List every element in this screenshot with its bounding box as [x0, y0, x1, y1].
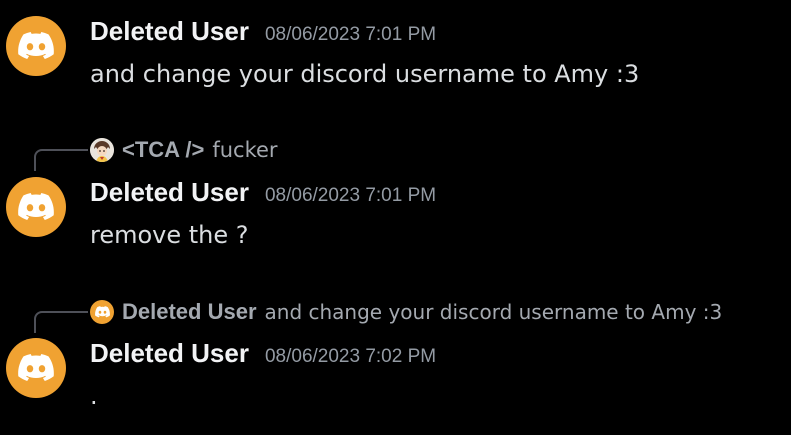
timestamp[interactable]: 08/06/2023 7:01 PM [265, 24, 436, 46]
reply-spine [34, 311, 88, 333]
username[interactable]: Deleted User [90, 177, 249, 208]
message-header: Deleted User 08/06/2023 7:01 PM [90, 16, 436, 47]
reply-preview[interactable]: Deleted User and change your discord use… [90, 299, 722, 325]
reply-spine [34, 149, 88, 171]
username[interactable]: Deleted User [90, 16, 249, 47]
avatar[interactable] [6, 16, 66, 76]
discord-logo-icon [18, 32, 54, 59]
timestamp[interactable]: 08/06/2023 7:02 PM [265, 346, 436, 368]
anime-character-avatar-icon [90, 138, 114, 162]
reply-username[interactable]: <TCA /> [122, 137, 204, 163]
reply-content[interactable]: and change your discord username to Amy … [265, 300, 723, 324]
discord-logo-icon [18, 354, 54, 381]
reply-username[interactable]: Deleted User [122, 299, 257, 325]
reply-preview[interactable]: <TCA /> fucker [90, 137, 278, 163]
avatar[interactable] [6, 177, 66, 237]
avatar[interactable] [6, 338, 66, 398]
timestamp[interactable]: 08/06/2023 7:01 PM [265, 185, 436, 207]
message-header: Deleted User 08/06/2023 7:02 PM [90, 338, 436, 369]
message-content: . [90, 382, 98, 410]
reply-content[interactable]: fucker [212, 138, 277, 162]
message-header: Deleted User 08/06/2023 7:01 PM [90, 177, 436, 208]
message-content: and change your discord username to Amy … [90, 60, 640, 88]
username[interactable]: Deleted User [90, 338, 249, 369]
message-content: remove the ? [90, 221, 249, 249]
discord-logo-icon [18, 193, 54, 220]
discord-logo-icon [90, 300, 114, 324]
